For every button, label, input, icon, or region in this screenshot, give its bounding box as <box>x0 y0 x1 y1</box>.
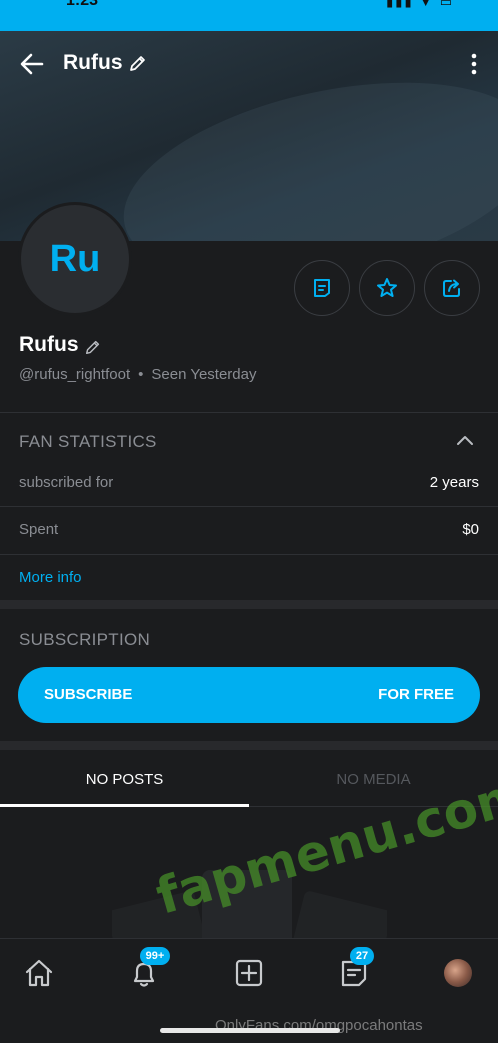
share-icon <box>443 279 460 297</box>
stat-value: 2 years <box>429 474 479 491</box>
subscribe-price: FOR FREE <box>378 686 454 703</box>
avatar-initials: Ru <box>49 237 101 280</box>
stat-label: Spent <box>19 521 59 538</box>
subscribe-button[interactable]: SUBSCRIBE FOR FREE <box>18 667 480 723</box>
fan-statistics-title: FAN STATISTICS <box>19 432 157 451</box>
profile-name: Rufus <box>19 333 79 356</box>
star-icon <box>377 278 397 297</box>
separator-dot: • <box>138 366 144 383</box>
share-button[interactable] <box>424 260 480 316</box>
notifications-nav[interactable]: 99+ <box>126 947 170 991</box>
handle-row: @rufus_rightfoot • Seen Yesterday <box>19 366 256 383</box>
chevron-up-icon[interactable] <box>456 432 474 450</box>
divider <box>0 412 498 413</box>
home-indicator <box>160 1028 340 1033</box>
last-seen: Seen Yesterday <box>151 366 257 383</box>
status-bar: 1:23 ▮▮▮ ▼ ▭ <box>0 0 498 31</box>
divider <box>0 554 498 555</box>
back-arrow-icon[interactable] <box>18 50 46 78</box>
tab-posts[interactable]: NO POSTS <box>0 752 249 807</box>
section-separator <box>0 741 498 750</box>
pencil-icon[interactable] <box>84 338 102 356</box>
top-bar: Rufus <box>0 44 498 84</box>
stat-value: $0 <box>462 521 479 538</box>
plus-square-icon[interactable] <box>231 955 267 991</box>
user-avatar[interactable] <box>444 959 472 987</box>
stat-label: subscribed for <box>19 474 114 491</box>
profile-handle: @rufus_rightfoot <box>19 366 131 383</box>
subscription-title: SUBSCRIPTION <box>19 630 151 649</box>
messages-badge: 27 <box>350 947 374 965</box>
message-button[interactable] <box>294 260 350 316</box>
page-title: Rufus <box>63 51 123 74</box>
more-info-link[interactable]: More info <box>19 569 82 586</box>
section-separator <box>0 600 498 609</box>
more-vertical-icon[interactable] <box>464 50 484 78</box>
pencil-icon[interactable] <box>128 53 148 73</box>
avatar[interactable]: Ru <box>18 202 132 316</box>
favorite-button[interactable] <box>359 260 415 316</box>
divider <box>0 506 498 507</box>
notifications-badge: 99+ <box>140 947 170 965</box>
status-time: 1:23 <box>66 0 99 9</box>
messages-nav[interactable]: 27 <box>336 947 374 991</box>
subscribe-label: SUBSCRIBE <box>44 686 133 703</box>
message-icon <box>314 279 330 297</box>
system-icons: ▮▮▮ ▼ ▭ <box>386 0 454 9</box>
home-icon[interactable] <box>21 955 57 991</box>
